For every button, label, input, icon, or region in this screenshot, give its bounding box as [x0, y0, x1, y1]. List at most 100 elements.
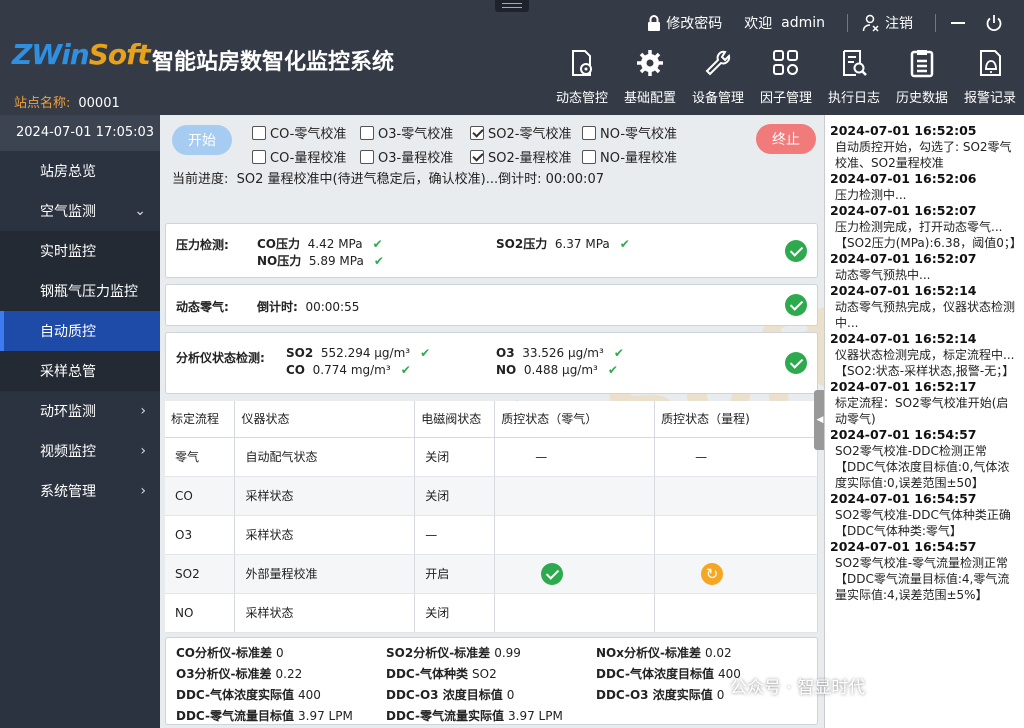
stat-item: DDC-O3 浓度目标值 0 — [386, 686, 514, 703]
calibration-checkbox[interactable]: CO-量程校准 — [252, 147, 360, 166]
stat-key: DDC-气体浓度实际值 — [176, 688, 294, 702]
stat-key: DDC-零气流量实际值 — [386, 709, 504, 723]
toolbar-button-clipboard[interactable]: 历史数据 — [888, 48, 956, 106]
calibration-checkbox[interactable]: SO2-量程校准 — [470, 147, 582, 166]
sidebar: 2024-07-01 17:05:03 站房总览 空气监测 ⌄ 实时监控 钢瓶气压力监控… — [0, 115, 160, 728]
sidebar-item-label: 空气监测 — [40, 204, 96, 220]
log-timestamp: 2024-07-01 16:52:07 — [830, 251, 977, 266]
chevron-down-icon: ⌄ — [134, 203, 146, 219]
co-pressure: CO压力 4.42 MPa ✔ — [257, 237, 383, 251]
toolbar-button-grid-gear[interactable]: 因子管理 — [752, 48, 820, 106]
status-ok-icon — [541, 562, 564, 585]
toolbar-button-gear-document[interactable]: 动态管控 — [548, 48, 616, 106]
minimize-icon — [951, 22, 965, 24]
main-content: ZWinSoft 开始 CO-零气校准O3-零气校准SO2-零气校准NO-零气校… — [160, 115, 824, 728]
log-timestamp: 2024-07-01 16:52:14 — [830, 283, 977, 298]
checkbox-label: CO-零气校准 — [270, 127, 347, 142]
bell-document-icon — [980, 50, 1001, 76]
sidebar-item[interactable]: 系统管理 › — [0, 471, 160, 511]
sidebar-item[interactable]: 实时监控 — [0, 231, 160, 271]
minimize-button[interactable] — [950, 15, 971, 31]
stop-button[interactable]: 终止 — [756, 124, 816, 154]
toolbar-button-search-document[interactable]: 执行日志 — [820, 48, 888, 106]
table-cell-zero — [494, 476, 656, 516]
calibration-table: 标定流程 仪器状态 电磁阀状态 质控状态（零气） 质控状态（量程) 零气 自动配气状态 关闭… — [165, 401, 818, 633]
stat-value: 400 — [718, 667, 741, 681]
stat-key: DDC-气体种类 — [386, 667, 468, 681]
power-icon — [986, 15, 1002, 32]
checkbox-box[interactable] — [360, 125, 374, 140]
checkbox-box[interactable] — [470, 125, 484, 140]
in-progress-icon: ↻ — [701, 562, 724, 585]
toolbar-button-bell-document[interactable]: 报警记录 — [956, 48, 1024, 106]
log-message: 仪器状态检测完成，标定流程中...【SO2:状态-采样状态,报警-无；】 — [835, 348, 1015, 378]
table-row: 零气 自动配气状态 关闭 — — — [165, 437, 818, 477]
station-label: 站点名称: — [14, 96, 71, 111]
checkbox-box[interactable] — [582, 125, 596, 140]
sidebar-item[interactable]: 采样总管 — [0, 351, 160, 391]
checkbox-box[interactable] — [470, 149, 484, 164]
sidebar-item[interactable]: 站房总览 — [0, 151, 160, 191]
window-grip-handle[interactable] — [495, 0, 529, 12]
checkbox-label: SO2-零气校准 — [488, 127, 572, 142]
sidebar-item[interactable]: 钢瓶气压力监控 — [0, 271, 160, 311]
start-button[interactable]: 开始 — [172, 125, 232, 155]
logout-button[interactable]: 注销 — [862, 13, 913, 33]
chevron-right-icon: › — [140, 403, 146, 419]
checkbox-box[interactable] — [252, 125, 266, 140]
log-message: 压力检测完成，打开动态零气...【SO2压力(MPa):6.38，阈值0；】 — [835, 220, 1022, 250]
stat-key: CO分析仪-标准差 — [176, 646, 272, 660]
toolbar-button-wrench[interactable]: 设备管理 — [684, 48, 752, 106]
table-cell-valve: 关闭 — [414, 593, 496, 633]
sidebar-item[interactable]: 视频监控 › — [0, 431, 160, 471]
analyzer-status-card: 分析仪状态检测: SO2 552.294 μg/m³ ✔ CO 0.774 mg/… — [165, 332, 818, 394]
table-header: 质控状态（零气） — [494, 401, 656, 438]
calibration-checkbox[interactable]: SO2-零气校准 — [470, 123, 582, 142]
sidebar-item[interactable]: 自动质控 — [0, 311, 160, 351]
calibration-checkbox[interactable]: O3-量程校准 — [360, 147, 470, 166]
sidebar-item-label: 系统管理 — [40, 484, 96, 500]
calibration-checkbox[interactable]: CO-零气校准 — [252, 123, 360, 142]
log-message: SO2零气校准-零气流量检测正常【DDC零气流量目标值:4,零气流量实际值:4,… — [835, 556, 1010, 602]
zwinsoft-logo: ZWinSoft — [12, 38, 151, 71]
toolbar-button-gear[interactable]: 基础配置 — [616, 48, 684, 106]
stat-value: SO2 — [472, 667, 497, 681]
change-password-link[interactable]: 修改密码 — [647, 13, 722, 33]
stat-value: 0.99 — [494, 646, 521, 660]
table-header: 仪器状态 — [234, 401, 416, 438]
execution-log-panel[interactable]: 2024-07-01 16:52:05 自动质控开始，勾选了: SO2零气校准、S… — [824, 115, 1024, 728]
table-cell-instrument: 采样状态 — [234, 593, 416, 633]
table-cell-instrument: 自动配气状态 — [234, 437, 416, 477]
chevron-right-icon: › — [140, 443, 146, 459]
calibration-checkbox[interactable]: O3-零气校准 — [360, 123, 470, 142]
calibration-checkbox[interactable]: NO-量程校准 — [582, 147, 692, 166]
progress-status: 当前进度: SO2 量程校准中(待进气稳定后，确认校准)...倒计时: 00:0… — [172, 168, 604, 187]
check-icon: ✔ — [373, 254, 384, 268]
analyzer-status-label: 分析仪状态检测: — [176, 351, 265, 365]
checkbox-box[interactable] — [360, 149, 374, 164]
log-message: 压力检测中... — [835, 188, 907, 202]
lock-icon — [648, 15, 661, 31]
dynamic-zero-card: 动态零气: 倒计时: 00:00:55 — [165, 284, 818, 326]
welcome-user: 欢迎 admin — [744, 13, 825, 33]
wrench-icon — [705, 50, 731, 76]
log-message: 动态零气预热完成，仪器状态检测中... — [835, 300, 1016, 330]
checkbox-box[interactable] — [582, 149, 596, 164]
check-icon: ✔ — [613, 346, 624, 360]
check-icon: ✔ — [372, 237, 383, 251]
control-panel: 开始 CO-零气校准 O3-零气校准 SO2-零气校准 NO-零气校准 CO-量程校准 O… — [160, 115, 824, 219]
calibration-checkbox[interactable]: NO-零气校准 — [582, 123, 692, 142]
sidebar-item[interactable]: 动环监测 › — [0, 391, 160, 431]
log-timestamp: 2024-07-01 16:52:14 — [830, 331, 977, 346]
stat-value: 3.97 LPM — [298, 709, 353, 723]
toolbar-label: 基础配置 — [623, 91, 676, 106]
toolbar-label: 执行日志 — [827, 91, 880, 106]
sidebar-item[interactable]: 空气监测 ⌄ — [0, 191, 160, 231]
table-row: SO2 外部量程校准 开启 ↻ — [165, 554, 818, 594]
checkbox-box[interactable] — [252, 149, 266, 164]
stat-key: SO2分析仪-标准差 — [386, 646, 491, 660]
stat-item: NOx分析仪-标准差 0.02 — [596, 644, 732, 661]
checkbox-label: NO-量程校准 — [600, 151, 678, 166]
power-button[interactable] — [985, 14, 1008, 32]
sidebar-item-label: 自动质控 — [40, 324, 96, 340]
